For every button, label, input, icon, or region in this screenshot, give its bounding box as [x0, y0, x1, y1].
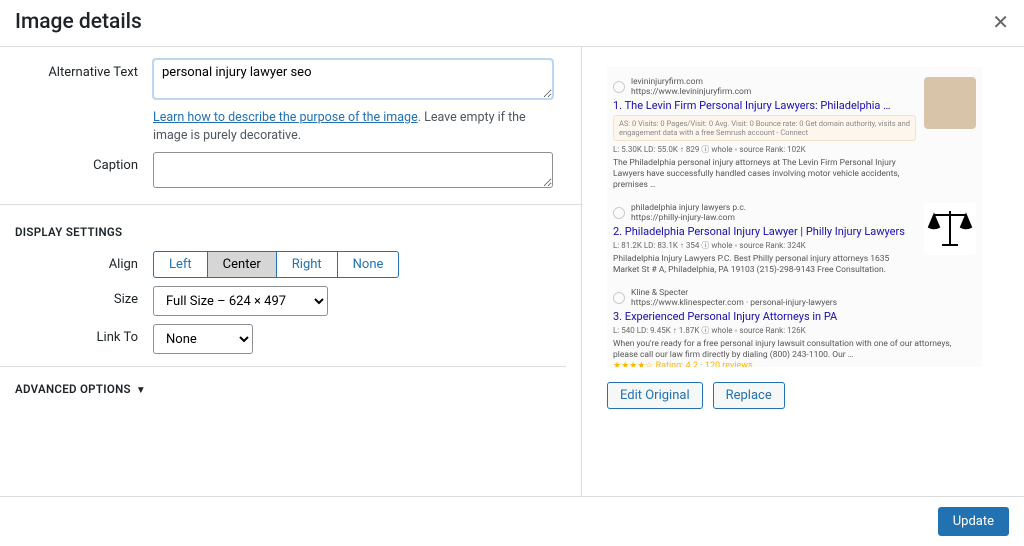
align-row: Align Left Center Right None — [15, 251, 566, 278]
edit-original-button[interactable]: Edit Original — [607, 382, 703, 409]
align-button-group: Left Center Right None — [153, 251, 399, 278]
linkto-row: Link To None — [15, 324, 566, 354]
caption-label: Caption — [15, 152, 153, 192]
align-right-button[interactable]: Right — [277, 252, 338, 277]
modal-content: Alternative Text personal injury lawyer … — [0, 47, 1024, 507]
caption-input[interactable] — [153, 152, 553, 188]
size-select[interactable]: Full Size – 624 × 497 — [153, 286, 328, 316]
display-settings-heading: DISPLAY SETTINGS — [0, 204, 581, 251]
serp-thumb-1 — [924, 77, 976, 129]
replace-button[interactable]: Replace — [713, 382, 785, 409]
alt-text-label: Alternative Text — [15, 59, 153, 144]
caption-row: Caption — [15, 152, 566, 192]
alt-text-input[interactable]: personal injury lawyer seo — [153, 59, 553, 99]
chevron-down-icon: ▼ — [136, 385, 146, 396]
serp-result-3: Kline & Specterhttps://www.klinespecter.… — [613, 288, 976, 367]
size-label: Size — [15, 286, 153, 316]
settings-column: Alternative Text personal injury lawyer … — [0, 47, 582, 507]
size-row: Size Full Size – 624 × 497 — [15, 286, 566, 316]
linkto-label: Link To — [15, 324, 153, 354]
align-label: Align — [15, 251, 153, 278]
update-button[interactable]: Update — [938, 507, 1009, 536]
alt-help-link[interactable]: Learn how to describe the purpose of the… — [153, 110, 418, 125]
favicon-icon — [613, 81, 625, 93]
favicon-icon — [613, 292, 625, 304]
serp-result-2: philadelphia injury lawyers p.c.https://… — [613, 203, 976, 276]
modal-footer: Update — [0, 496, 1024, 546]
serp-thumb-2 — [924, 203, 976, 255]
align-center-button[interactable]: Center — [208, 252, 277, 277]
align-left-button[interactable]: Left — [154, 252, 208, 277]
image-preview: levininjuryfirm.comhttps://www.levininju… — [607, 67, 982, 367]
advanced-options-toggle[interactable]: ADVANCED OPTIONS▼ — [0, 366, 566, 411]
align-none-button[interactable]: None — [338, 252, 399, 277]
alt-help-text: Learn how to describe the purpose of the… — [153, 109, 553, 144]
modal-title: Image details — [15, 10, 142, 34]
linkto-select[interactable]: None — [153, 324, 253, 354]
modal-header: Image details ✕ — [0, 0, 1024, 47]
alt-text-row: Alternative Text personal injury lawyer … — [15, 59, 566, 144]
favicon-icon — [613, 207, 625, 219]
preview-column: levininjuryfirm.comhttps://www.levininju… — [582, 47, 1024, 507]
serp-result-1: levininjuryfirm.comhttps://www.levininju… — [613, 77, 976, 191]
close-icon[interactable]: ✕ — [992, 10, 1009, 34]
